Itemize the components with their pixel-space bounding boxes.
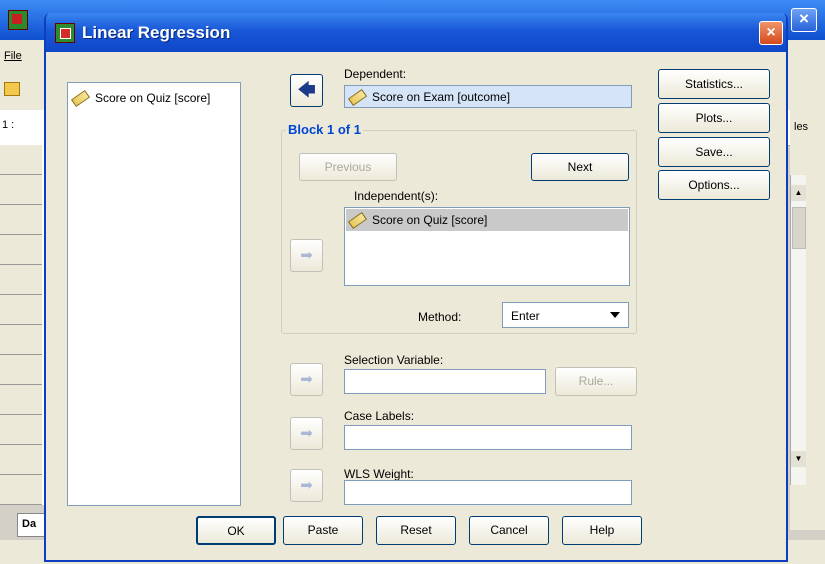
background-variables-label: les	[794, 121, 809, 133]
independent-variable-item[interactable]: Score on Quiz [score]	[347, 212, 487, 230]
dependent-variable-item[interactable]: Score on Exam [outcome]	[347, 89, 510, 107]
method-label: Method:	[418, 310, 462, 324]
dialog-titlebar[interactable]: Linear Regression ×	[46, 13, 786, 52]
paste-button[interactable]: Paste	[283, 516, 363, 545]
help-button[interactable]: Help	[562, 516, 642, 545]
independents-list[interactable]: Score on Quiz [score]	[344, 207, 630, 286]
wls-weight-field[interactable]	[344, 480, 632, 505]
method-value: Enter	[511, 309, 540, 323]
case-labels-label: Case Labels:	[344, 409, 415, 423]
chevron-down-icon	[610, 312, 620, 318]
options-button[interactable]: Options...	[658, 170, 770, 200]
save-button[interactable]: Save...	[658, 137, 770, 167]
move-selection-variable-arrow-button[interactable]: ➡	[290, 363, 323, 396]
dialog-title: Linear Regression	[82, 23, 231, 42]
move-dependent-arrow-button[interactable]: 🡄	[290, 74, 323, 107]
move-wls-weight-arrow-button[interactable]: ➡	[290, 469, 323, 502]
case-labels-field[interactable]	[344, 425, 632, 450]
block-title: Block 1 of 1	[286, 122, 363, 137]
linear-regression-dialog: Linear Regression × Score on Quiz [score…	[44, 13, 788, 562]
background-vertical-scrollbar[interactable]: ▲ ▼	[790, 175, 806, 485]
plots-button[interactable]: Plots...	[658, 103, 770, 133]
scale-variable-icon	[70, 90, 91, 108]
source-variable-list[interactable]: Score on Quiz [score]	[67, 82, 241, 506]
cell-reference: 1 :	[2, 119, 15, 131]
statistics-button[interactable]: Statistics...	[658, 69, 770, 99]
next-button[interactable]: Next	[531, 153, 629, 181]
selection-variable-field[interactable]	[344, 369, 546, 394]
scale-variable-icon	[347, 212, 368, 230]
previous-button[interactable]: Previous	[299, 153, 397, 181]
ok-button[interactable]: OK	[196, 516, 276, 545]
dependent-label: Dependent:	[344, 67, 407, 81]
spss-app-icon	[8, 10, 28, 30]
wls-weight-label: WLS Weight:	[344, 467, 414, 481]
rule-button[interactable]: Rule...	[555, 367, 637, 396]
scrollbar-thumb[interactable]	[792, 207, 806, 249]
method-select[interactable]: Enter	[502, 302, 629, 328]
move-independent-arrow-button[interactable]: ➡	[290, 239, 323, 272]
move-case-labels-arrow-button[interactable]: ➡	[290, 417, 323, 450]
reset-button[interactable]: Reset	[376, 516, 456, 545]
cancel-button[interactable]: Cancel	[469, 516, 549, 545]
scroll-up-arrow-icon[interactable]: ▲	[791, 185, 806, 201]
open-folder-icon[interactable]	[4, 82, 20, 96]
dialog-close-button[interactable]: ×	[759, 21, 783, 45]
scale-variable-icon	[347, 89, 368, 107]
selection-variable-label: Selection Variable:	[344, 353, 444, 367]
independents-label: Independent(s):	[354, 189, 439, 203]
source-variable-item[interactable]: Score on Quiz [score]	[70, 90, 210, 108]
scroll-down-arrow-icon[interactable]: ▼	[791, 451, 806, 467]
data-grid-row-headers	[0, 145, 50, 505]
background-close-button[interactable]: ×	[791, 8, 817, 32]
menu-file[interactable]: File	[4, 50, 22, 62]
dependent-field[interactable]: Score on Exam [outcome]	[344, 85, 632, 108]
dialog-app-icon	[55, 23, 75, 43]
